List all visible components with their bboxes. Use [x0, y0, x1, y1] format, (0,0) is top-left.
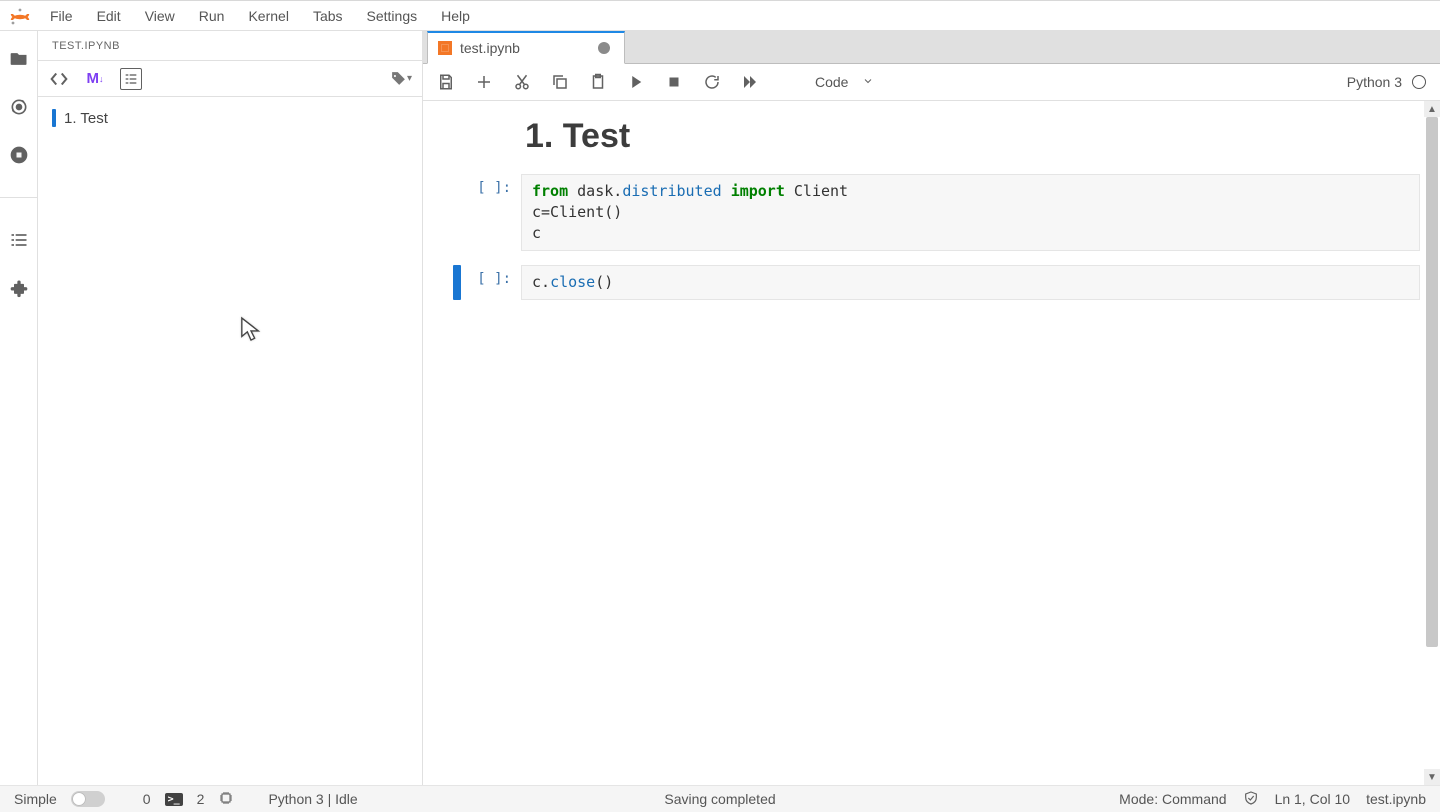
- cell-code[interactable]: from dask.distributed import Clientc=Cli…: [521, 174, 1420, 251]
- trust-icon[interactable]: [1243, 790, 1259, 809]
- tab-label: test.ipynb: [460, 40, 520, 56]
- cell-prompt: [ ]:: [461, 265, 521, 287]
- notebook-body[interactable]: ▲ ▼ 1. Test [ ]: from dask.distributed i…: [423, 101, 1440, 785]
- cell-prompt: [ ]:: [461, 174, 521, 196]
- consoles-count[interactable]: 0: [143, 791, 151, 807]
- run-all-button[interactable]: [741, 73, 759, 91]
- scroll-down-button[interactable]: ▼: [1424, 769, 1440, 785]
- interrupt-button[interactable]: [665, 73, 683, 91]
- stop-kernels-icon[interactable]: [9, 145, 29, 165]
- code-cell[interactable]: [ ]: from dask.distributed import Client…: [453, 174, 1420, 251]
- running-icon[interactable]: [9, 97, 29, 117]
- menu-view[interactable]: View: [133, 2, 187, 30]
- chevron-down-icon: [862, 74, 874, 90]
- run-button[interactable]: [627, 73, 645, 91]
- kernel-status-icon[interactable]: [1412, 75, 1426, 89]
- tag-icon[interactable]: ▾: [390, 68, 412, 90]
- save-status: Saving completed: [664, 791, 775, 807]
- tab-bar: test.ipynb: [423, 31, 1440, 64]
- save-button[interactable]: [437, 73, 455, 91]
- notebook-heading: 1. Test: [525, 117, 1420, 156]
- menubar: File Edit View Run Kernel Tabs Settings …: [0, 1, 1440, 31]
- toc-item-bar: [52, 109, 56, 127]
- paste-button[interactable]: [589, 73, 607, 91]
- kernel-status[interactable]: Python 3 | Idle: [268, 791, 357, 807]
- jupyter-logo-icon[interactable]: [8, 4, 32, 28]
- toc-item[interactable]: 1. Test: [48, 105, 412, 131]
- terminals-count[interactable]: 2: [197, 791, 205, 807]
- toc-toolbar: M↓ ▾: [38, 61, 422, 97]
- extension-icon[interactable]: [9, 278, 29, 298]
- menu-settings[interactable]: Settings: [355, 2, 430, 30]
- toc-item-label: 1. Test: [64, 110, 108, 127]
- menu-tabs[interactable]: Tabs: [301, 2, 355, 30]
- mode-status: Mode: Command: [1119, 791, 1226, 807]
- kernel-name[interactable]: Python 3: [1347, 74, 1402, 90]
- cut-button[interactable]: [513, 73, 531, 91]
- tab-test-ipynb[interactable]: test.ipynb: [427, 31, 625, 64]
- status-bar: Simple 0 >_ 2 Python 3 | Idle Saving com…: [0, 785, 1440, 812]
- terminal-icon[interactable]: >_: [165, 793, 183, 806]
- side-panel: TEST.IPYNB M↓ ▾ 1. Test: [38, 31, 423, 785]
- kernels-icon[interactable]: [218, 790, 234, 809]
- simple-label: Simple: [14, 791, 57, 807]
- copy-button[interactable]: [551, 73, 569, 91]
- notebook-toolbar: Code Python 3: [423, 64, 1440, 101]
- menu-edit[interactable]: Edit: [85, 2, 133, 30]
- cursor-position: Ln 1, Col 10: [1275, 791, 1351, 807]
- side-panel-title: TEST.IPYNB: [38, 31, 422, 61]
- simple-toggle[interactable]: [71, 791, 105, 807]
- code-cell[interactable]: [ ]: c.close(): [453, 265, 1420, 300]
- editor-area: test.ipynb: [423, 31, 1440, 785]
- add-cell-button[interactable]: [475, 73, 493, 91]
- toc-icon[interactable]: [9, 230, 29, 250]
- markdown-icon[interactable]: M↓: [84, 68, 106, 90]
- cell-code[interactable]: c.close(): [521, 265, 1420, 300]
- menu-kernel[interactable]: Kernel: [236, 2, 300, 30]
- file-browser-icon[interactable]: [9, 49, 29, 69]
- menu-file[interactable]: File: [38, 2, 85, 30]
- notebook-icon: [438, 41, 452, 55]
- status-filename: test.ipynb: [1366, 791, 1426, 807]
- activity-bar: [0, 31, 38, 785]
- menu-help[interactable]: Help: [429, 2, 482, 30]
- scroll-up-button[interactable]: ▲: [1424, 101, 1440, 117]
- collapse-code-icon[interactable]: [48, 68, 70, 90]
- dirty-indicator-icon: [598, 42, 610, 54]
- scrollbar-thumb[interactable]: [1426, 117, 1438, 647]
- menu-run[interactable]: Run: [187, 2, 237, 30]
- restart-button[interactable]: [703, 73, 721, 91]
- celltype-label: Code: [815, 74, 848, 90]
- numbering-icon[interactable]: [120, 68, 142, 90]
- celltype-dropdown[interactable]: Code: [809, 74, 880, 90]
